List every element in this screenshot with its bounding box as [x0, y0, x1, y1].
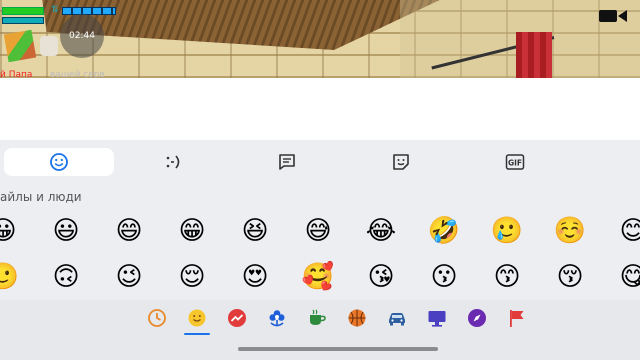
emoji-key[interactable]: 😂 — [364, 214, 398, 248]
basketball-icon[interactable] — [346, 307, 368, 329]
emoji-key[interactable]: 😀 — [0, 214, 20, 248]
monitor-icon[interactable] — [426, 307, 448, 329]
emoji-key[interactable]: 😊 — [616, 214, 640, 248]
gif-icon: GIF — [505, 154, 525, 170]
emoji-key[interactable]: 🥲 — [490, 214, 524, 248]
emoji-key[interactable]: 😃 — [49, 214, 83, 248]
up-down-arrow-icon: ⇅ — [51, 5, 59, 15]
svg-text:GIF: GIF — [508, 159, 522, 168]
sticker-icon — [393, 154, 409, 170]
home-indicator[interactable] — [238, 347, 438, 351]
chicken-figure — [40, 36, 58, 56]
inventory-box-icon[interactable] — [3, 29, 37, 63]
emoji-grid: 😀 😃 😄 😁 😆 😅 😂 🤣 🥲 ☺️ 😊 🙂 🙃 😉 😌 😍 🥰 😘 😗 😙 😚 😋 — [0, 210, 640, 298]
text-tab[interactable] — [232, 148, 342, 176]
chat-message: вашей серв — [50, 70, 105, 78]
emoji-key[interactable]: 🙂 — [0, 260, 20, 294]
emoji-key[interactable]: 😁 — [175, 214, 209, 248]
category-footer — [0, 300, 640, 360]
emoticons-tab[interactable] — [118, 148, 228, 176]
flag-icon[interactable] — [506, 307, 528, 329]
emoji-key[interactable]: 😅 — [301, 214, 335, 248]
compass-icon[interactable] — [466, 307, 488, 329]
emoji-key[interactable]: 🥰 — [301, 260, 335, 294]
video-camera-icon[interactable] — [598, 8, 628, 24]
trending-icon[interactable] — [226, 307, 248, 329]
smileys-tab[interactable] — [4, 148, 114, 176]
emoji-keyboard: GIF айлы и люди 😀 😃 😄 😁 😆 😅 😂 🤣 🥲 ☺️ 😊 🙂 🙃 😉 😌 😍 🥰 😘 😗 😙 😚 😋 — [0, 140, 640, 360]
emoji-key[interactable]: 😄 — [112, 214, 146, 248]
stickers-tab[interactable] — [346, 148, 456, 176]
emoji-key[interactable]: 😌 — [175, 260, 209, 294]
section-label: айлы и люди — [0, 190, 82, 204]
smiley-icon — [50, 153, 68, 171]
active-category-indicator — [184, 333, 210, 335]
recent-clock-icon[interactable] — [146, 307, 168, 329]
car-icon[interactable] — [386, 307, 408, 329]
screen: ⇅ 02:44 й Папа вашей серв GIF айлы и люд… — [0, 0, 640, 360]
emoji-key[interactable]: ☺️ — [553, 214, 587, 248]
emoji-key[interactable]: 😘 — [364, 260, 398, 294]
smileys-category-icon[interactable] — [186, 307, 208, 329]
emoji-key[interactable]: 😋 — [616, 260, 640, 294]
emoji-key[interactable]: 🙃 — [49, 260, 83, 294]
emoji-key[interactable]: 😉 — [112, 260, 146, 294]
emoji-key[interactable]: 😆 — [238, 214, 272, 248]
emoji-key[interactable]: 🤣 — [427, 214, 461, 248]
emoticon-icon — [166, 155, 180, 169]
red-curtain — [516, 32, 552, 78]
emoji-key[interactable]: 😙 — [490, 260, 524, 294]
coffee-cup-icon[interactable] — [306, 307, 328, 329]
category-tab-bar: GIF — [0, 148, 640, 176]
chat-bubble-icon — [279, 154, 295, 170]
emoji-key[interactable]: 😚 — [553, 260, 587, 294]
emoji-key[interactable]: 😗 — [427, 260, 461, 294]
timer-badge: 02:44 — [60, 14, 104, 58]
gif-tab[interactable]: GIF — [460, 148, 570, 176]
chat-player-name: й Папа — [0, 70, 33, 78]
water-bar — [62, 7, 116, 15]
flower-icon[interactable] — [266, 307, 288, 329]
game-view[interactable]: ⇅ 02:44 й Папа вашей серв — [0, 0, 640, 78]
text-input-area[interactable] — [0, 78, 640, 140]
food-bar — [2, 17, 44, 24]
health-bar — [2, 7, 44, 15]
emoji-key[interactable]: 😍 — [238, 260, 272, 294]
